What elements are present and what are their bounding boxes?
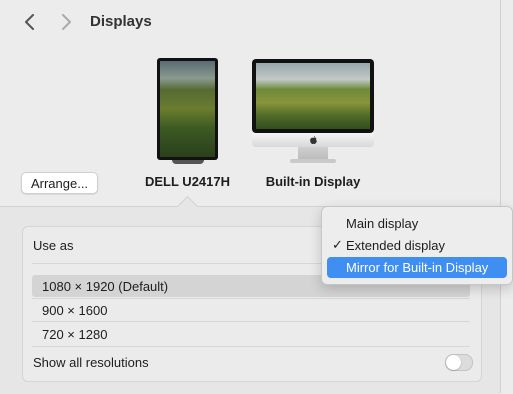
- toolbar: Displays: [0, 0, 500, 46]
- resolution-option-720x1280[interactable]: 720 × 1280: [32, 323, 470, 345]
- checkmark-icon: ✓: [332, 237, 343, 252]
- chevron-left-icon: [25, 14, 34, 30]
- use-as-label: Use as: [33, 238, 74, 253]
- divider: [32, 321, 470, 322]
- builtin-display-label[interactable]: Built-in Display: [255, 174, 371, 189]
- show-all-resolutions-label: Show all resolutions: [33, 355, 149, 370]
- apple-logo-icon: [309, 136, 317, 144]
- arrange-button[interactable]: Arrange...: [21, 172, 98, 194]
- builtin-wallpaper: [256, 63, 370, 129]
- dell-monitor-thumbnail[interactable]: [157, 58, 218, 160]
- menu-item-mirror-builtin[interactable]: Mirror for Built-in Display: [327, 257, 507, 278]
- use-as-popup-menu: Main display ✓ Extended display Mirror f…: [321, 206, 513, 285]
- toggle-knob: [446, 355, 461, 370]
- page-title: Displays: [90, 13, 152, 30]
- resolution-option-900x1600[interactable]: 900 × 1600: [32, 299, 470, 321]
- dell-display-label[interactable]: DELL U2417H: [135, 174, 240, 189]
- dell-wallpaper: [160, 61, 215, 157]
- settings-window: Displays Arrange... DELL U2417H Built-in…: [0, 0, 501, 394]
- menu-item-main-display[interactable]: Main display: [327, 213, 507, 234]
- builtin-foot: [290, 159, 336, 163]
- dell-stand: [172, 160, 204, 164]
- chevron-right-icon: [62, 14, 71, 30]
- divider: [32, 346, 470, 347]
- builtin-neck: [298, 147, 328, 159]
- menu-item-label: Mirror for Built-in Display: [346, 260, 489, 275]
- forward-button[interactable]: [54, 10, 78, 34]
- back-button[interactable]: [18, 10, 42, 34]
- menu-item-label: Main display: [346, 216, 419, 231]
- show-all-resolutions-toggle[interactable]: [445, 354, 473, 371]
- menu-item-label: Extended display: [346, 238, 446, 253]
- builtin-chin: [252, 133, 374, 147]
- menu-item-extended-display[interactable]: ✓ Extended display: [327, 235, 507, 256]
- builtin-monitor-thumbnail[interactable]: [252, 59, 374, 133]
